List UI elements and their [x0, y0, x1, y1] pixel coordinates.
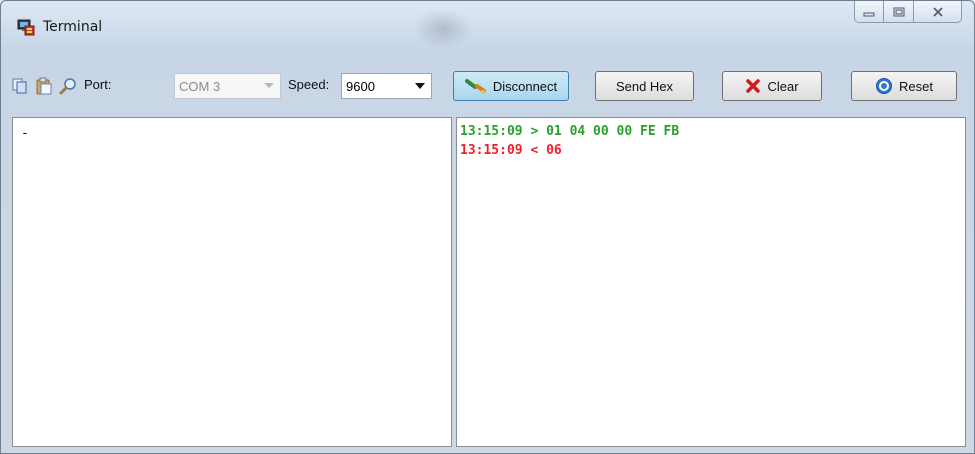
close-icon	[932, 6, 943, 17]
port-select[interactable]: COM 3	[174, 73, 281, 99]
speed-select[interactable]: 9600	[341, 73, 432, 99]
send-hex-button[interactable]: Send Hex	[595, 71, 694, 101]
output-log: 13:15:09 > 01 04 00 00 FE FB 13:15:09 < …	[460, 122, 679, 160]
input-pane[interactable]: -	[12, 117, 452, 447]
terminal-app-icon	[17, 19, 35, 36]
log-line-sent: 13:15:09 > 01 04 00 00 FE FB	[460, 124, 680, 139]
window-title: Terminal	[43, 19, 103, 35]
maximize-icon	[893, 7, 904, 16]
disconnect-button[interactable]: Disconnect	[453, 71, 569, 101]
input-text: -	[21, 126, 29, 141]
log-line-received: 13:15:09 < 06	[460, 143, 562, 158]
chevron-down-icon	[415, 83, 425, 89]
minimize-button[interactable]	[854, 1, 884, 23]
send-hex-label: Send Hex	[615, 78, 674, 94]
chevron-down-icon	[264, 83, 274, 88]
port-label: Port:	[84, 77, 112, 92]
clear-button[interactable]: Clear	[722, 71, 822, 101]
terminal-window: Terminal Port: COM 3 Speed: 9600 Disconn…	[0, 0, 975, 454]
minimize-icon	[863, 12, 875, 16]
red-x-icon	[746, 79, 761, 93]
blurred-region	[413, 9, 473, 49]
disconnect-label: Disconnect	[492, 78, 558, 94]
reset-button[interactable]: Reset	[851, 71, 957, 101]
reset-label: Reset	[899, 78, 933, 94]
plug-icon	[464, 79, 486, 94]
speed-value: 9600	[346, 79, 375, 94]
close-button[interactable]	[914, 1, 962, 23]
paste-icon[interactable]	[35, 77, 53, 95]
speed-label: Speed:	[288, 77, 330, 92]
clear-label: Clear	[767, 78, 799, 94]
toolbar: Port: COM 3 Speed: 9600 Disconnect Send …	[8, 55, 967, 113]
reset-icon	[876, 78, 893, 94]
title-bar[interactable]: Terminal	[1, 1, 974, 55]
output-pane[interactable]: 13:15:09 > 01 04 00 00 FE FB 13:15:09 < …	[456, 117, 966, 447]
port-value: COM 3	[179, 79, 221, 94]
maximize-button[interactable]	[884, 1, 914, 23]
magnifier-icon[interactable]	[59, 77, 77, 95]
copy-icon[interactable]	[11, 77, 29, 95]
caption-buttons	[854, 1, 962, 23]
